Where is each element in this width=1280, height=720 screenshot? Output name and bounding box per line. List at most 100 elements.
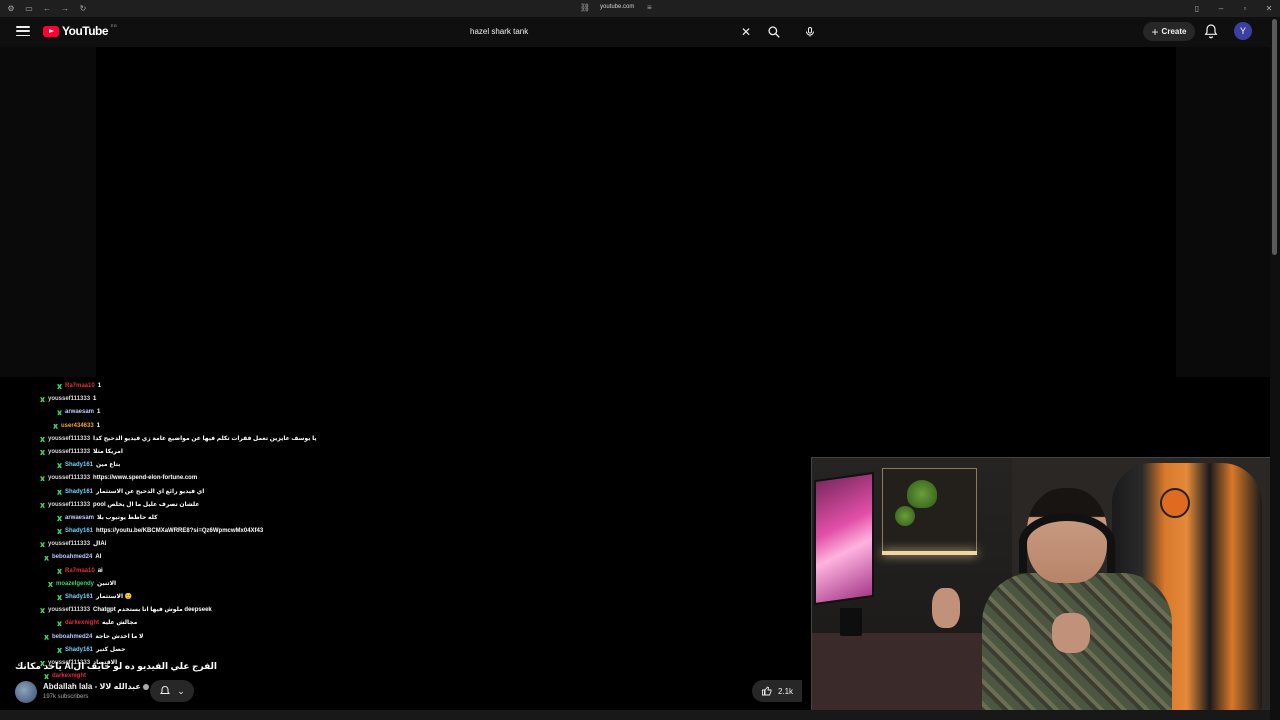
browser-menu-icon[interactable]: ⚙ bbox=[6, 3, 16, 13]
chat-badge-icon bbox=[48, 581, 53, 587]
minimize-icon[interactable]: – bbox=[1216, 3, 1226, 13]
chat-username: Shady161 bbox=[65, 488, 94, 495]
channel-avatar[interactable] bbox=[15, 681, 37, 703]
chat-message: darkexnight مجالش عليه bbox=[40, 617, 420, 630]
chat-badge-icon bbox=[40, 542, 45, 548]
chat-username: Shady161 bbox=[65, 594, 94, 600]
page-scrollbar[interactable] bbox=[1270, 17, 1280, 720]
chat-text: pool علشان تصرف عليل ما ال يخلص bbox=[93, 501, 200, 508]
chat-text: مجالش عليه bbox=[102, 620, 138, 627]
chat-message: Ra7maa10 1 bbox=[40, 380, 420, 393]
clear-search-icon[interactable]: ✕ bbox=[738, 25, 754, 39]
split-view-icon[interactable]: ▯ bbox=[1192, 3, 1202, 13]
chat-username: user434633 bbox=[61, 422, 94, 429]
bell-icon bbox=[160, 685, 171, 694]
chat-username: darkexnight bbox=[65, 620, 100, 627]
chat-username: youssef111333 bbox=[48, 475, 91, 482]
chat-message: beboahmed24 AI bbox=[40, 551, 420, 564]
chat-message: youssef111333 Chatgpt ملوش فيها انا بستخد… bbox=[40, 604, 420, 617]
chat-message: Shady161 الاستثمار 🙂 bbox=[40, 591, 420, 604]
voice-search-button[interactable] bbox=[800, 22, 820, 42]
search-button[interactable] bbox=[764, 22, 784, 42]
link-icon[interactable]: ⛓ bbox=[580, 2, 590, 12]
chat-text: https://www.spend-elon-fortune.com bbox=[93, 475, 198, 482]
chat-message: youssef111333 https://www.spend-elon-fort… bbox=[40, 472, 420, 485]
chat-text: بتاع مين bbox=[96, 462, 121, 469]
chat-badge-icon bbox=[53, 423, 58, 429]
plant-image bbox=[907, 480, 937, 508]
close-window-icon[interactable]: ✕ bbox=[1264, 3, 1274, 13]
chat-badge-icon bbox=[57, 621, 62, 627]
chat-badge-icon bbox=[44, 634, 49, 640]
hand-image bbox=[932, 588, 960, 628]
maximize-icon[interactable]: ▫ bbox=[1240, 3, 1250, 13]
headset-image bbox=[1019, 513, 1115, 573]
chat-text: 1 bbox=[97, 409, 101, 416]
chat-message: moazelgendy الاتنين bbox=[40, 578, 420, 591]
bell-icon bbox=[1204, 24, 1218, 39]
chat-message: Shady161 اي فيديو رائع اي الدحيح عن الاست… bbox=[40, 486, 420, 499]
logo-text: YouTube bbox=[62, 24, 109, 38]
chat-username: Ra7maa10 bbox=[65, 567, 95, 574]
create-label: Create bbox=[1161, 27, 1187, 36]
youtube-header: YouTube EG hazel shark tank ✕ + Create Y bbox=[0, 17, 1280, 47]
chat-text: لا ما اخدش حاجة bbox=[95, 633, 144, 640]
chat-message: youssef111333 الAi bbox=[40, 538, 420, 551]
country-code: EG bbox=[111, 22, 117, 28]
search-query[interactable]: hazel shark tank bbox=[470, 27, 738, 36]
search-icon bbox=[768, 26, 780, 38]
youtube-logo[interactable]: YouTube EG bbox=[43, 22, 117, 38]
hamburger-menu-icon[interactable] bbox=[16, 24, 30, 38]
chat-badge-icon bbox=[57, 410, 62, 416]
chat-badge-icon bbox=[57, 463, 62, 469]
chat-text: اي فيديو رائع اي الدحيح عن الاستثمار bbox=[96, 488, 205, 495]
chat-text: الاتنين bbox=[97, 580, 117, 587]
chat-message: youssef111333 1 bbox=[40, 393, 420, 406]
video-player[interactable]: Ra7maa10 1 youssef111333 1 arwaesam 1 user4346… bbox=[0, 47, 1270, 710]
chat-message: arwaesam كله حاطط يوتيوب بلا bbox=[40, 512, 420, 525]
chat-text: يا يوسف عايزين تعمل فقرات تكلم فيها عن م… bbox=[93, 435, 317, 442]
chat-overlay: Ra7maa10 1 youssef111333 1 arwaesam 1 user4346… bbox=[40, 380, 420, 683]
chat-text: حصل كتير bbox=[96, 646, 126, 653]
chat-username: youssef111333 bbox=[48, 448, 91, 455]
scrollbar-thumb[interactable] bbox=[1272, 19, 1277, 255]
thumbs-up-icon bbox=[761, 686, 772, 696]
chat-username: arwaesam bbox=[65, 409, 95, 416]
chat-badge-icon bbox=[40, 608, 45, 614]
chat-username: Ra7maa10 bbox=[65, 383, 95, 389]
chevron-down-icon: ⌄ bbox=[177, 685, 185, 696]
settings-sliders-icon[interactable]: ≡ bbox=[644, 2, 654, 12]
chat-badge-icon bbox=[57, 529, 62, 535]
channel-name[interactable]: Abdallah lala - عبدالله لالا bbox=[43, 682, 149, 691]
chat-message: Shady161 https://youtu.be/KBCMXaWRRE8?si=… bbox=[40, 525, 420, 538]
forward-icon[interactable]: → bbox=[60, 3, 70, 13]
mic-icon bbox=[806, 27, 814, 37]
like-button[interactable]: 2.1k bbox=[752, 680, 802, 702]
bottom-strip bbox=[0, 710, 1270, 720]
chat-username: moazelgendy bbox=[56, 580, 95, 587]
plant-image bbox=[895, 506, 915, 526]
chat-text: امريكا مثلا bbox=[93, 448, 123, 455]
notifications-button[interactable] bbox=[1203, 23, 1219, 39]
chat-badge-icon bbox=[40, 450, 45, 456]
back-icon[interactable]: ← bbox=[42, 3, 52, 13]
reload-icon[interactable]: ↻ bbox=[78, 3, 88, 13]
youtube-play-icon bbox=[43, 25, 59, 37]
chat-badge-icon bbox=[40, 436, 45, 442]
sidebar-toggle-icon[interactable]: ▭ bbox=[24, 3, 34, 13]
chat-message: Shady161 حصل كتير bbox=[40, 644, 420, 657]
chat-message: user434633 1 bbox=[40, 420, 420, 433]
create-button[interactable]: + Create bbox=[1143, 22, 1195, 41]
search-input[interactable]: hazel shark tank ✕ bbox=[462, 21, 762, 42]
chat-badge-icon bbox=[57, 595, 62, 601]
subscription-bell-button[interactable]: ⌄ bbox=[150, 680, 194, 702]
player-left-pillar bbox=[0, 47, 96, 377]
plus-icon: + bbox=[1151, 24, 1159, 39]
hand-image bbox=[1052, 613, 1090, 653]
channel-name-text: Abdallah lala - عبدالله لالا bbox=[43, 682, 141, 691]
account-avatar[interactable]: Y bbox=[1234, 22, 1252, 40]
monitor-image bbox=[814, 471, 874, 606]
address-bar[interactable]: youtube.com bbox=[600, 4, 634, 10]
chat-text: https://youtu.be/KBCMXaWRRE8?si=Qz6Wpmcw… bbox=[96, 528, 264, 535]
mug-image bbox=[840, 608, 862, 636]
